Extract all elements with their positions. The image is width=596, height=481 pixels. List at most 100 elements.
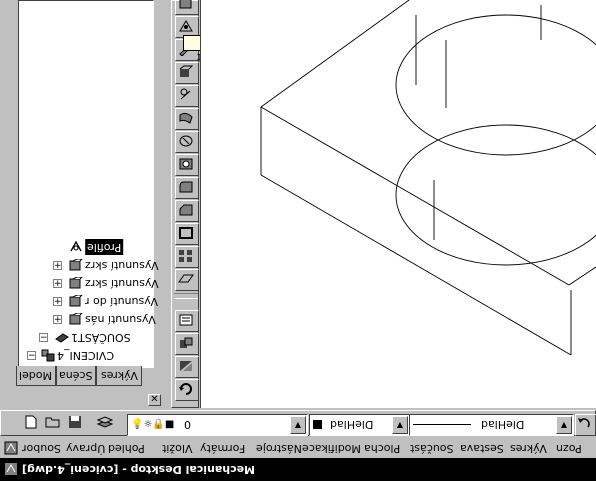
save-button[interactable] [67, 414, 87, 434]
work-plane-icon [178, 274, 194, 283]
new-button[interactable] [23, 414, 43, 434]
toolbar-button-fillet[interactable] [175, 177, 199, 199]
menu-drawing[interactable]: Výkres [510, 438, 547, 458]
properties-icon [179, 314, 193, 326]
tab-drawing[interactable]: Výkres [96, 366, 142, 386]
browser-tree[interactable]: Profile + Vysunutí skrz + Vysunutí skrz … [18, 0, 159, 368]
tab-model[interactable]: Model [16, 366, 56, 386]
linetype-select[interactable]: DleHlad ▲ [409, 414, 574, 436]
sweep-icon [179, 112, 193, 124]
toolbar-button-chamfer[interactable] [175, 200, 199, 222]
toolbar-button-shell[interactable] [175, 223, 199, 245]
toolbar-button-loft[interactable] [175, 131, 199, 153]
extrude-icon [69, 277, 83, 289]
save-icon [69, 416, 81, 428]
color-swatch [313, 419, 322, 429]
toolbar-button-hole[interactable] [175, 154, 199, 176]
expand-icon[interactable]: + [53, 279, 62, 289]
title-bar: Mechanical Desktop - [cviceni_4.dwg] [0, 458, 596, 481]
menu-file[interactable]: Soubor [22, 438, 61, 458]
menu-modify[interactable]: Modifikace [302, 438, 361, 458]
split-icon [180, 361, 192, 371]
hole-top-edge [395, 14, 596, 156]
tab-scene[interactable]: Scéna [56, 366, 96, 386]
toolbar-button-combine[interactable] [175, 333, 199, 355]
tree-item-label: Vysunutí nás [85, 313, 156, 326]
app-icon [5, 463, 17, 475]
tree-item-label: Vysunutí skrz [85, 259, 159, 272]
sketch-icon [179, 20, 193, 32]
toolbar-button-work-plane[interactable] [175, 269, 199, 291]
chamfer-icon [179, 204, 193, 216]
block-edge [260, 174, 572, 356]
expand-icon[interactable]: + [53, 297, 62, 307]
window-title: Mechanical Desktop - [cviceni_4.dwg] [22, 463, 256, 476]
block-edge [260, 0, 410, 108]
block-edge [260, 106, 570, 286]
chevron-down-icon[interactable]: ▲ [290, 416, 306, 434]
fillet-icon [179, 181, 193, 193]
menu-edit[interactable]: Úpravy [66, 438, 105, 458]
toolbar-button-split[interactable] [175, 356, 199, 378]
browser-tabs: Model Scéna Výkres [16, 366, 144, 386]
toolbar-button-revolve[interactable] [175, 85, 199, 107]
chevron-down-icon[interactable]: ▲ [556, 416, 572, 434]
expand-icon[interactable]: + [53, 315, 62, 325]
loft-icon [179, 135, 193, 147]
undo-button[interactable] [575, 414, 596, 436]
model-viewport [260, 0, 596, 356]
hole-bottom-edge [395, 124, 596, 266]
chevron-down-icon[interactable]: ▲ [392, 416, 408, 434]
linetype-preview [413, 423, 471, 425]
combine-icon [180, 337, 193, 348]
sketch-icon [70, 240, 82, 252]
undo-icon [578, 418, 590, 428]
menu-assembly[interactable]: Sestava [460, 438, 504, 458]
menu-part[interactable]: Součást [410, 438, 454, 458]
menu-annotation[interactable]: Pozn [556, 438, 582, 458]
menu-tools[interactable]: Nástroje [256, 438, 302, 458]
drawing-canvas[interactable] [200, 0, 596, 408]
toolbar-button-part-properties[interactable] [175, 310, 199, 332]
new-document-icon [25, 415, 37, 429]
toolbar-button-extrude[interactable] [175, 62, 199, 84]
layer-state-icons: 💡☼🔒■ [131, 419, 175, 430]
tree-item-label: Vysunutí do r [85, 295, 158, 308]
object-properties-toolbar: 💡☼🔒■ 0 ▲ DleHlad ▲ DleHlad ▲ [0, 410, 596, 436]
color-select[interactable]: DleHlad ▲ [309, 414, 410, 436]
part-icon [179, 0, 192, 9]
app-menu-icon[interactable] [4, 441, 18, 455]
open-button[interactable] [45, 414, 65, 434]
menu-insert[interactable]: Vložit [162, 438, 192, 458]
tree-item-label: Profile [85, 239, 124, 255]
extrude-icon [69, 259, 83, 271]
pattern-icon [179, 250, 192, 262]
layer-manager-button[interactable] [96, 414, 117, 434]
collapse-icon[interactable]: − [39, 333, 48, 343]
expand-icon[interactable]: + [53, 261, 62, 271]
revolve-icon [180, 88, 191, 100]
toolbar-separator [174, 293, 198, 299]
extrude-icon [179, 65, 194, 77]
menu-format[interactable]: Formáty [200, 438, 245, 458]
block-edge [568, 266, 596, 286]
update-icon [179, 383, 192, 395]
tree-item-label: Vysunutí skrz [85, 277, 159, 290]
extrude-icon [69, 295, 83, 307]
collapse-icon[interactable]: − [27, 351, 36, 361]
hole-icon [179, 158, 193, 170]
tree-item-label: CVICENI_4 [57, 349, 115, 362]
layers-icon [96, 416, 114, 428]
tree-item-label: SOUČÁST1 [71, 331, 131, 344]
drawing-icon [41, 349, 55, 362]
menu-surface[interactable]: Plocha [364, 438, 400, 458]
menu-bar: Soubor Úpravy Pohled Vložit Formáty Nást… [0, 438, 596, 458]
toolbar-button-update[interactable] [175, 379, 199, 401]
toolbar-button-sweep[interactable] [175, 108, 199, 130]
layer-select[interactable]: 💡☼🔒■ 0 ▲ [127, 414, 308, 436]
menu-view[interactable]: Pohled [108, 438, 145, 458]
toolbar-button-pattern[interactable] [175, 246, 199, 268]
close-panel-button[interactable]: ✕ [148, 394, 161, 406]
application-window: Profile + Vysunutí skrz + Vysunutí skrz … [0, 0, 596, 481]
toolbar-button-part[interactable] [175, 0, 199, 15]
